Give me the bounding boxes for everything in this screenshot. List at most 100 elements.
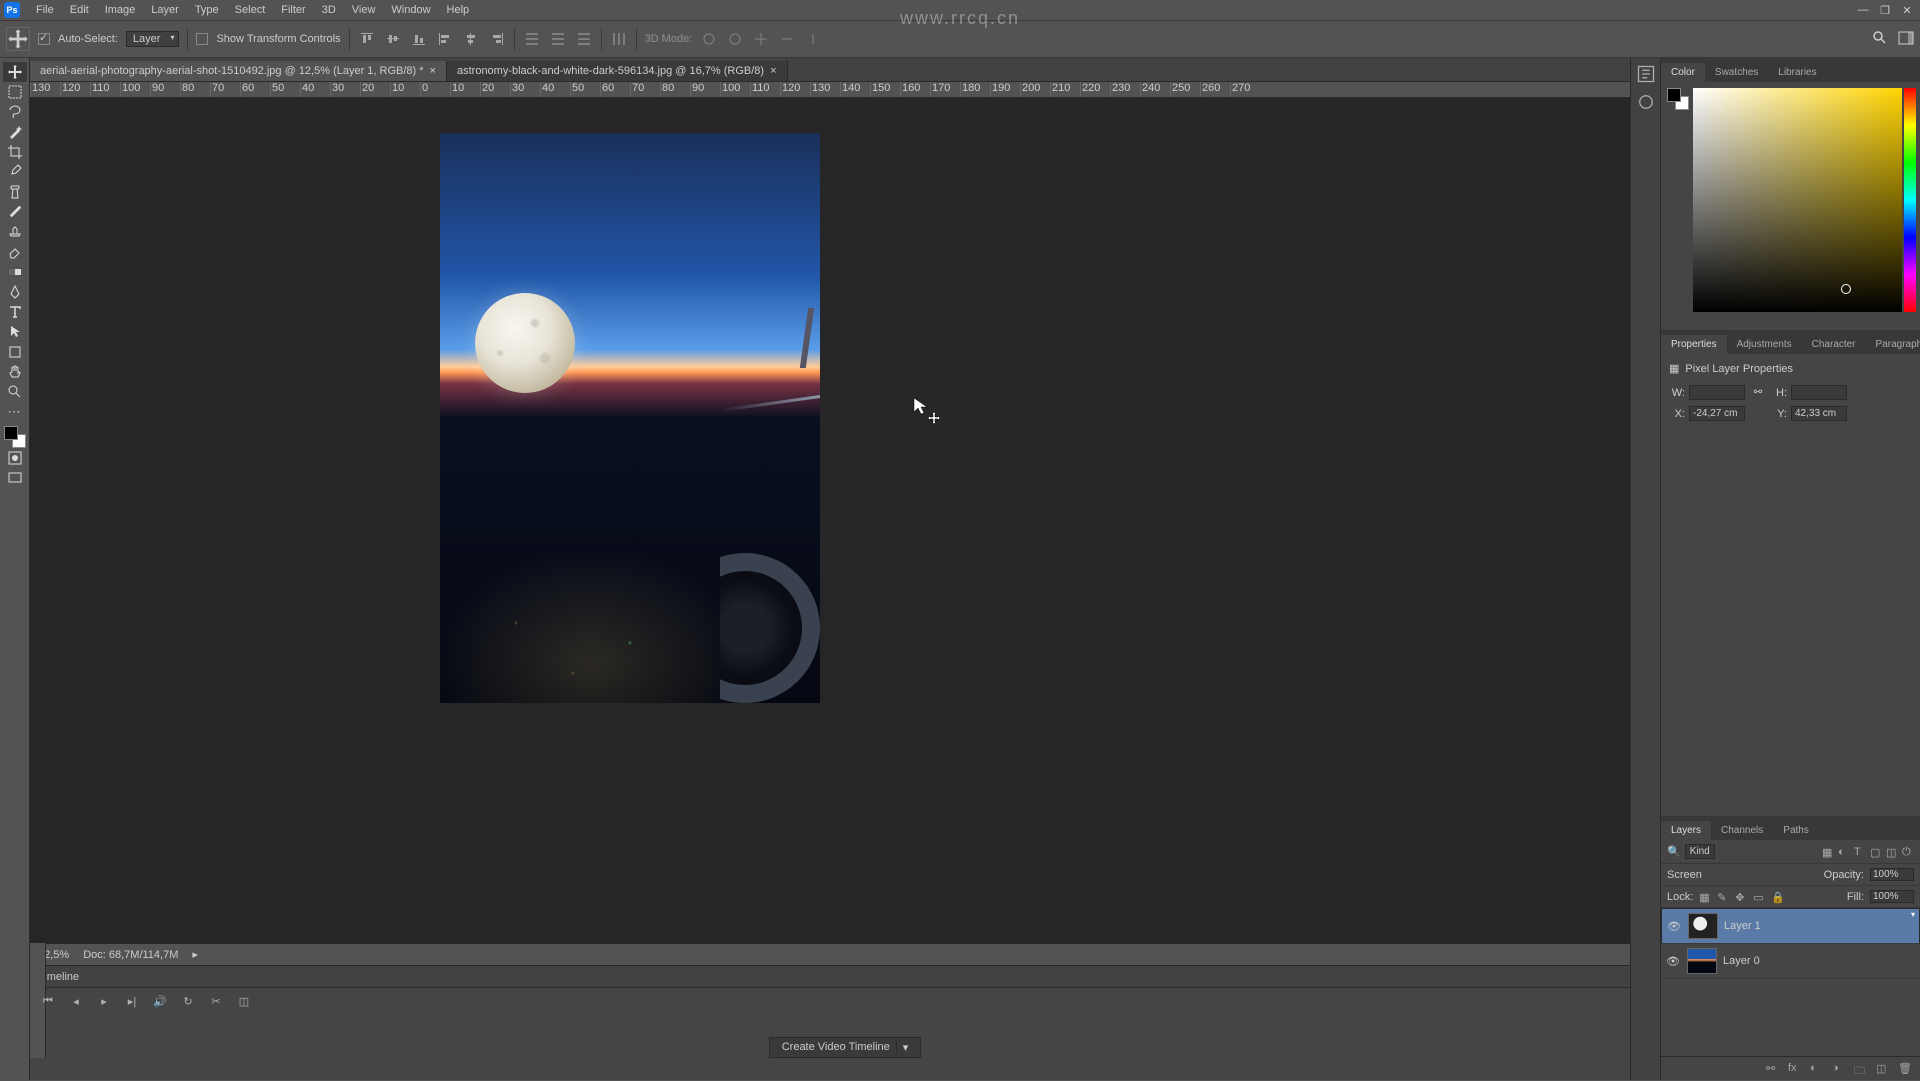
lock-position-icon[interactable]: ✥: [1735, 891, 1747, 903]
window-restore-icon[interactable]: ❐: [1876, 3, 1894, 17]
height-input[interactable]: [1791, 385, 1847, 400]
adjustment-layer-icon[interactable]: ◑: [1832, 1062, 1846, 1076]
timeline-split-icon[interactable]: ✂: [208, 993, 224, 1009]
visibility-toggle-icon[interactable]: 👁: [1666, 918, 1682, 934]
eraser-tool[interactable]: [3, 242, 27, 262]
paths-tab[interactable]: Paths: [1773, 821, 1819, 840]
adjustments-tab[interactable]: Adjustments: [1727, 335, 1802, 354]
workspace-switcher-icon[interactable]: [1898, 30, 1914, 49]
align-top-icon[interactable]: [358, 30, 376, 48]
visibility-toggle-icon[interactable]: 👁: [1665, 953, 1681, 969]
menu-help[interactable]: Help: [439, 2, 478, 18]
character-tab[interactable]: Character: [1802, 335, 1866, 354]
layers-tab[interactable]: Layers: [1661, 821, 1711, 840]
healing-brush-tool[interactable]: [3, 182, 27, 202]
menu-file[interactable]: File: [28, 2, 62, 18]
layer-group-icon[interactable]: 🗀: [1854, 1062, 1868, 1076]
timeline-next-frame-icon[interactable]: ▸|: [124, 993, 140, 1009]
y-input[interactable]: [1791, 406, 1847, 421]
magic-wand-tool[interactable]: [3, 122, 27, 142]
align-right-icon[interactable]: [488, 30, 506, 48]
align-vcenter-icon[interactable]: [384, 30, 402, 48]
clone-stamp-tool[interactable]: [3, 222, 27, 242]
search-icon[interactable]: 🔍: [1667, 845, 1681, 858]
layer-thumbnail[interactable]: [1687, 948, 1717, 974]
timeline-transition-icon[interactable]: ◫: [236, 993, 252, 1009]
timeline-loop-icon[interactable]: ↻: [180, 993, 196, 1009]
timeline-play-icon[interactable]: ▸: [96, 993, 112, 1009]
filter-smart-icon[interactable]: ◫: [1886, 846, 1898, 858]
window-minimize-icon[interactable]: —: [1854, 3, 1872, 17]
menu-filter[interactable]: Filter: [273, 2, 313, 18]
new-layer-icon[interactable]: ◫: [1876, 1062, 1890, 1076]
opacity-input[interactable]: [1870, 868, 1914, 881]
history-panel-icon[interactable]: [1636, 64, 1656, 84]
menu-select[interactable]: Select: [227, 2, 274, 18]
fill-input[interactable]: [1870, 890, 1914, 903]
layer-item[interactable]: 👁 Layer 1: [1661, 908, 1920, 944]
timeline-first-frame-icon[interactable]: ⏮: [40, 993, 56, 1009]
document-info[interactable]: Doc: 68,7M/114,7M: [83, 949, 178, 961]
canvas[interactable]: [440, 133, 820, 703]
layer-fx-icon[interactable]: fx: [1788, 1062, 1802, 1076]
distribute-left-icon[interactable]: [610, 30, 628, 48]
menu-edit[interactable]: Edit: [62, 2, 97, 18]
distribute-bottom-icon[interactable]: [575, 30, 593, 48]
gradient-tool[interactable]: [3, 262, 27, 282]
path-select-tool[interactable]: [3, 322, 27, 342]
color-fgbg-swatch[interactable]: [1667, 88, 1689, 110]
search-icon[interactable]: [1872, 30, 1888, 49]
channels-tab[interactable]: Channels: [1711, 821, 1773, 840]
libraries-tab[interactable]: Libraries: [1768, 63, 1826, 82]
layer-filter-dropdown[interactable]: Kind: [1685, 844, 1715, 859]
horizontal-ruler[interactable]: 1301201101009080706050403020100102030405…: [30, 82, 1660, 98]
chevron-right-icon[interactable]: ▸: [192, 948, 198, 961]
move-tool[interactable]: [3, 62, 27, 82]
type-tool[interactable]: [3, 302, 27, 322]
color-tab[interactable]: Color: [1661, 63, 1705, 82]
filter-type-icon[interactable]: T: [1854, 846, 1866, 858]
x-input[interactable]: [1689, 406, 1745, 421]
show-transform-checkbox[interactable]: [196, 33, 208, 45]
filter-pixel-icon[interactable]: ▦: [1822, 846, 1834, 858]
timeline-audio-icon[interactable]: 🔊: [152, 993, 168, 1009]
lock-transparency-icon[interactable]: ▦: [1699, 891, 1711, 903]
distribute-vcenter-icon[interactable]: [549, 30, 567, 48]
window-close-icon[interactable]: ✕: [1898, 3, 1916, 17]
edit-toolbar-icon[interactable]: ⋯: [3, 402, 27, 422]
screen-mode-icon[interactable]: [3, 468, 27, 488]
lock-pixels-icon[interactable]: ✎: [1717, 891, 1729, 903]
properties-tab[interactable]: Properties: [1661, 335, 1727, 354]
foreground-background-colors[interactable]: [4, 426, 26, 448]
color-field[interactable]: [1693, 88, 1902, 312]
lasso-tool[interactable]: [3, 102, 27, 122]
menu-3d[interactable]: 3D: [314, 2, 344, 18]
chevron-down-icon[interactable]: ▾: [896, 1041, 909, 1054]
timeline-prev-frame-icon[interactable]: ◂: [68, 993, 84, 1009]
filter-shape-icon[interactable]: ▢: [1870, 846, 1882, 858]
auto-select-checkbox[interactable]: [38, 33, 50, 45]
filter-adjustment-icon[interactable]: ◐: [1838, 846, 1850, 858]
align-hcenter-icon[interactable]: [462, 30, 480, 48]
lock-artboard-icon[interactable]: ▭: [1753, 891, 1765, 903]
menu-type[interactable]: Type: [187, 2, 227, 18]
menu-image[interactable]: Image: [97, 2, 144, 18]
layer-thumbnail[interactable]: [1688, 913, 1718, 939]
link-layers-icon[interactable]: ⚯: [1766, 1062, 1780, 1076]
align-bottom-icon[interactable]: [410, 30, 428, 48]
swatches-tab[interactable]: Swatches: [1705, 63, 1768, 82]
paragraph-tab[interactable]: Paragraph: [1866, 335, 1920, 354]
quick-mask-icon[interactable]: [3, 448, 27, 468]
layer-name[interactable]: Layer 0: [1723, 955, 1760, 967]
hand-tool[interactable]: [3, 362, 27, 382]
filter-toggle-icon[interactable]: ⏻: [1902, 846, 1914, 858]
distribute-top-icon[interactable]: [523, 30, 541, 48]
blend-mode-dropdown[interactable]: Screen: [1667, 869, 1757, 881]
menu-view[interactable]: View: [344, 2, 384, 18]
zoom-tool[interactable]: [3, 382, 27, 402]
width-input[interactable]: [1689, 385, 1745, 400]
pen-tool[interactable]: [3, 282, 27, 302]
eyedropper-tool[interactable]: [3, 162, 27, 182]
layer-item[interactable]: 👁 Layer 0: [1661, 944, 1920, 979]
marquee-tool[interactable]: [3, 82, 27, 102]
